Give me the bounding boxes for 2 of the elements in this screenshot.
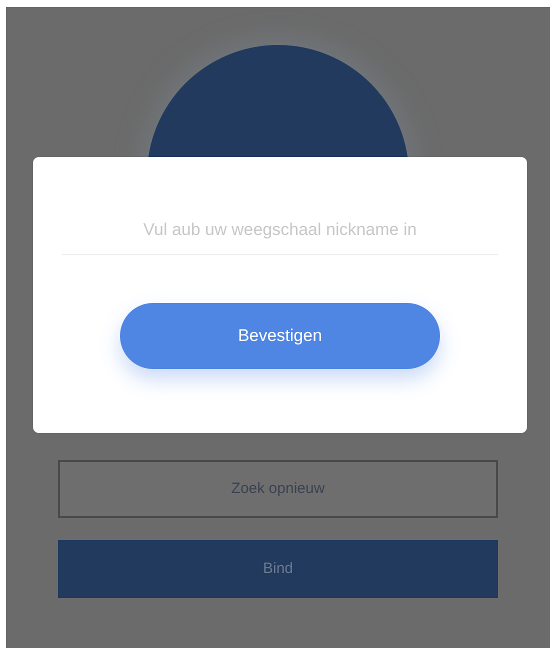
bind-button[interactable]: Bind <box>58 540 498 598</box>
confirm-button[interactable]: Bevestigen <box>120 303 440 369</box>
